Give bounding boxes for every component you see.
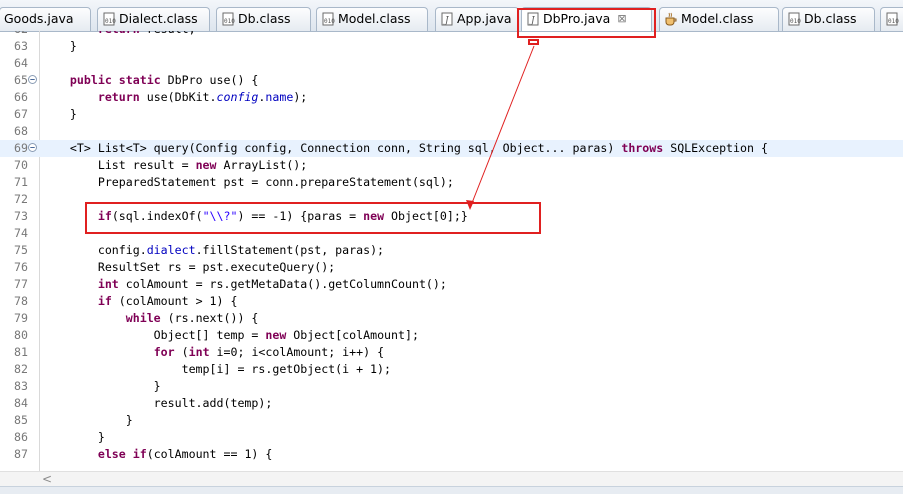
annotation-arrow [466, 45, 535, 210]
